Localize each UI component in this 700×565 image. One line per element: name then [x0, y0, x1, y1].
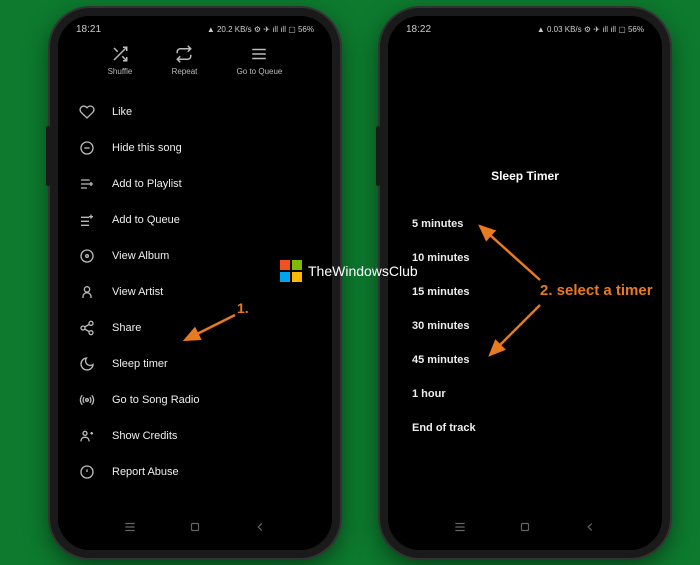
menu-view-artist[interactable]: View Artist: [58, 274, 332, 310]
android-nav-bar: [388, 510, 662, 544]
menu-label: Add to Playlist: [112, 178, 182, 190]
menu-song-radio[interactable]: Go to Song Radio: [58, 382, 332, 418]
menu-label: Add to Queue: [112, 214, 180, 226]
menu-label: Go to Song Radio: [112, 394, 199, 406]
phone-screen-left: 18:21 ▲ 20.2 KB/s ⚙ ✈ ıll ıll ▢ 56% Shuf…: [58, 16, 332, 550]
sleep-timer-panel: Sleep Timer 5 minutes 10 minutes 15 minu…: [388, 39, 662, 445]
nav-recent-icon[interactable]: [121, 518, 139, 536]
context-menu: Like Hide this song Add to Playlist Add …: [58, 90, 332, 494]
menu-sleep-timer[interactable]: Sleep timer: [58, 346, 332, 382]
artist-icon: [78, 283, 96, 301]
goto-queue-button[interactable]: Go to Queue: [237, 45, 283, 76]
menu-label: Like: [112, 106, 132, 118]
menu-report-abuse[interactable]: Report Abuse: [58, 454, 332, 490]
nav-home-icon[interactable]: [186, 518, 204, 536]
menu-share[interactable]: Share: [58, 310, 332, 346]
menu-hide-song[interactable]: Hide this song: [58, 130, 332, 166]
status-indicators: ▲ 20.2 KB/s ⚙ ✈ ıll ıll ▢ 56%: [207, 25, 314, 34]
status-indicators: ▲ 0.03 KB/s ⚙ ✈ ıll ıll ▢ 56%: [537, 25, 644, 34]
phone-mockup-right: 18:22 ▲ 0.03 KB/s ⚙ ✈ ıll ıll ▢ 56% Slee…: [380, 8, 670, 558]
menu-label: View Artist: [112, 286, 163, 298]
heart-icon: [78, 103, 96, 121]
sleep-option-1hour[interactable]: 1 hour: [412, 377, 638, 411]
sleep-option-45min[interactable]: 45 minutes: [412, 343, 638, 377]
credits-icon: [78, 427, 96, 445]
hide-icon: [78, 139, 96, 157]
sleep-option-10min[interactable]: 10 minutes: [412, 241, 638, 275]
nav-home-icon[interactable]: [516, 518, 534, 536]
menu-like[interactable]: Like: [58, 94, 332, 130]
radio-icon: [78, 391, 96, 409]
sleep-timer-title: Sleep Timer: [388, 169, 662, 183]
menu-add-queue[interactable]: Add to Queue: [58, 202, 332, 238]
phone-mockup-left: 18:21 ▲ 20.2 KB/s ⚙ ✈ ıll ıll ▢ 56% Shuf…: [50, 8, 340, 558]
phone-screen-right: 18:22 ▲ 0.03 KB/s ⚙ ✈ ıll ıll ▢ 56% Slee…: [388, 16, 662, 550]
player-toolbar: Shuffle Repeat Go to Queue: [58, 39, 332, 90]
moon-icon: [78, 355, 96, 373]
sleep-timer-options: 5 minutes 10 minutes 15 minutes 30 minut…: [388, 207, 662, 445]
queue-icon: [250, 45, 268, 63]
shuffle-icon: [111, 45, 129, 63]
sleep-option-15min[interactable]: 15 minutes: [412, 275, 638, 309]
menu-label: Share: [112, 322, 141, 334]
add-playlist-icon: [78, 175, 96, 193]
status-time: 18:21: [76, 24, 101, 35]
nav-back-icon[interactable]: [581, 518, 599, 536]
menu-show-credits[interactable]: Show Credits: [58, 418, 332, 454]
add-queue-icon: [78, 211, 96, 229]
toolbar-label: Repeat: [172, 67, 198, 76]
repeat-button[interactable]: Repeat: [172, 45, 198, 76]
album-icon: [78, 247, 96, 265]
menu-label: Hide this song: [112, 142, 182, 154]
toolbar-label: Go to Queue: [237, 67, 283, 76]
menu-label: Report Abuse: [112, 466, 179, 478]
status-bar: 18:21 ▲ 20.2 KB/s ⚙ ✈ ıll ıll ▢ 56%: [58, 16, 332, 39]
sleep-option-30min[interactable]: 30 minutes: [412, 309, 638, 343]
share-icon: [78, 319, 96, 337]
status-time: 18:22: [406, 24, 431, 35]
sleep-option-endtrack[interactable]: End of track: [412, 411, 638, 445]
android-nav-bar: [58, 510, 332, 544]
menu-add-playlist[interactable]: Add to Playlist: [58, 166, 332, 202]
menu-label: Sleep timer: [112, 358, 168, 370]
shuffle-button[interactable]: Shuffle: [108, 45, 133, 76]
status-bar: 18:22 ▲ 0.03 KB/s ⚙ ✈ ıll ıll ▢ 56%: [388, 16, 662, 39]
toolbar-label: Shuffle: [108, 67, 133, 76]
sleep-option-5min[interactable]: 5 minutes: [412, 207, 638, 241]
menu-view-album[interactable]: View Album: [58, 238, 332, 274]
menu-label: View Album: [112, 250, 169, 262]
nav-back-icon[interactable]: [251, 518, 269, 536]
repeat-icon: [175, 45, 193, 63]
nav-recent-icon[interactable]: [451, 518, 469, 536]
menu-label: Show Credits: [112, 430, 177, 442]
report-icon: [78, 463, 96, 481]
